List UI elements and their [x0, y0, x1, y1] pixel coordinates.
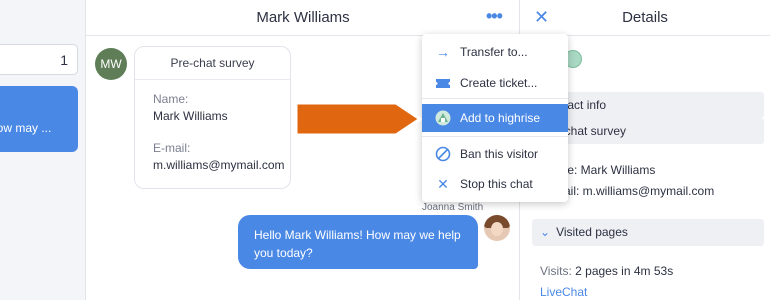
survey-email-value: m.williams@mymail.com	[153, 158, 285, 172]
menu-item-label: Ban this visitor	[460, 147, 539, 161]
menu-item-ban-visitor[interactable]: Ban this visitor	[422, 140, 568, 168]
chevron-down-icon: ⌄	[540, 225, 551, 239]
highrise-icon	[435, 110, 451, 126]
menu-divider	[422, 98, 568, 99]
agent-avatar	[484, 215, 510, 241]
visits-line: Visits: 2 pages in 4m 53s	[540, 264, 673, 278]
visitor-avatar: MW	[95, 48, 127, 80]
chat-preview-text: How may ...	[0, 121, 52, 135]
ellipsis-horizontal-icon[interactable]: •••	[486, 7, 503, 25]
details-header: ✕ Details	[520, 0, 770, 36]
annotation-arrow	[294, 101, 422, 137]
menu-item-label: Stop this chat	[460, 177, 533, 191]
chat-actions-menu: → Transfer to... Create ticket... Add to…	[422, 34, 568, 202]
ban-icon	[435, 146, 451, 162]
survey-title: Pre-chat survey	[135, 47, 290, 80]
close-icon: ✕	[437, 176, 449, 192]
survey-email-label: E-mail:	[153, 141, 191, 155]
ticket-icon	[435, 75, 451, 91]
arrow-right-icon: →	[436, 44, 450, 60]
survey-name-label: Name:	[153, 92, 189, 106]
menu-item-label: Create ticket...	[460, 76, 538, 90]
visited-pages-section[interactable]: ⌄ Visited pages	[532, 219, 764, 246]
queue-count-card[interactable]: 1	[0, 44, 78, 75]
prechat-survey-card: Pre-chat survey Name: Mark Williams E-ma…	[134, 46, 291, 189]
menu-item-label: Add to highrise	[460, 111, 541, 125]
active-chat-item[interactable]: How may ...	[0, 86, 78, 152]
agent-message-bubble: Hello Mark Williams! How may we help you…	[238, 215, 478, 269]
menu-item-create-ticket[interactable]: Create ticket...	[422, 69, 568, 97]
visited-page-link[interactable]: LiveChat	[540, 285, 587, 299]
chat-title: Mark Williams	[256, 9, 350, 26]
details-title: Details	[622, 9, 668, 26]
queue-count: 1	[60, 52, 68, 68]
menu-divider	[422, 136, 568, 137]
menu-item-add-to-highrise[interactable]: Add to highrise	[422, 104, 568, 132]
survey-name-value: Mark Williams	[153, 109, 228, 123]
menu-item-transfer[interactable]: → Transfer to...	[422, 38, 568, 66]
agent-name: Joanna Smith	[422, 202, 484, 213]
menu-item-label: Transfer to...	[460, 45, 528, 59]
chat-header: Mark Williams •••	[86, 0, 519, 36]
visited-pages-label: Visited pages	[556, 225, 628, 239]
visits-value: 2 pages in 4m 53s	[575, 264, 674, 278]
chat-list-panel: 1 How may ...	[0, 0, 86, 300]
visits-label: Visits:	[540, 264, 572, 278]
menu-item-stop-chat[interactable]: ✕ Stop this chat	[422, 170, 568, 198]
